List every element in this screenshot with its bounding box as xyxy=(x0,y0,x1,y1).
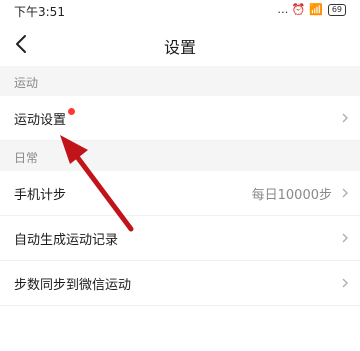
section-label: 运动 xyxy=(14,76,39,90)
page-title: 设置 xyxy=(163,38,196,57)
row-label: 自动生成运动记录 xyxy=(14,233,119,248)
notification-dot xyxy=(68,108,76,115)
row-empty xyxy=(0,306,360,350)
chevron-right-icon xyxy=(342,233,348,243)
status-indicators: … ⏰ 📶 xyxy=(277,3,323,16)
section-header-sport: 运动 xyxy=(0,66,360,96)
row-label: 手机计步 xyxy=(14,188,67,203)
row-auto-record[interactable]: 自动生成运动记录 xyxy=(0,216,360,261)
row-label: 步数同步到微信运动 xyxy=(14,278,132,293)
row-value: 每日10000步 xyxy=(251,188,332,203)
chevron-right-icon xyxy=(342,278,348,288)
row-sync-wechat[interactable]: 步数同步到微信运动 xyxy=(0,261,360,306)
section-header-daily: 日常 xyxy=(0,141,360,171)
section-label: 日常 xyxy=(14,151,39,165)
status-bar: 下午3:51 … ⏰ 📶 69 xyxy=(0,0,360,22)
chevron-right-icon xyxy=(342,188,348,198)
battery-icon: 69 xyxy=(327,3,346,16)
status-icons: … ⏰ 📶 69 xyxy=(277,3,346,16)
chevron-right-icon xyxy=(342,113,348,123)
row-label: 运动设置 xyxy=(14,108,76,128)
status-time: 下午3:51 xyxy=(14,5,65,19)
page-header: 设置 xyxy=(0,22,360,66)
row-sport-settings[interactable]: 运动设置 xyxy=(0,96,360,141)
row-phone-steps[interactable]: 手机计步 每日10000步 xyxy=(0,171,360,216)
